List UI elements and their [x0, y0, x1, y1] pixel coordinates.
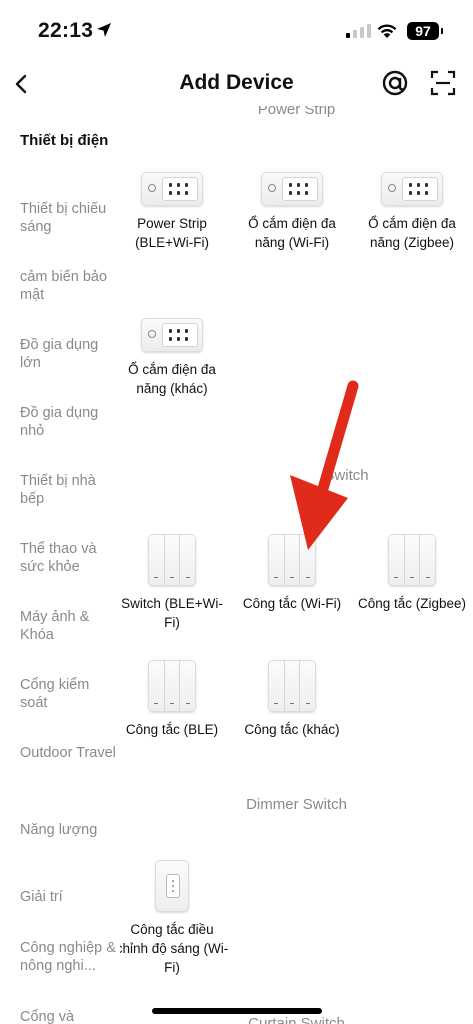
device-label: Power Strip (BLE+Wi-Fi) — [135, 216, 209, 250]
device-label: Ổ cắm điện đa năng (Wi-Fi) — [248, 216, 336, 250]
device-tile[interactable]: Công tắc (khác) — [234, 660, 350, 739]
switch-icon — [268, 660, 316, 712]
sidebar-item-electrical[interactable]: Thiết bị điện — [20, 132, 116, 150]
sidebar-item-lighting[interactable]: Thiết bị chiếu sáng — [20, 200, 116, 236]
switch-icon — [148, 660, 196, 712]
auto-scan-icon[interactable] — [380, 68, 410, 98]
socket-icon — [261, 172, 323, 206]
section-title-power-strip: Power Strip — [257, 106, 336, 118]
sidebar-item-entertainment[interactable]: Giải trí — [20, 888, 116, 906]
sidebar-item-energy[interactable]: Năng lượng — [20, 821, 116, 839]
category-sidebar: Thiết bị điện Thiết bị chiếu sáng cảm bi… — [0, 106, 120, 1024]
device-tile[interactable]: Power Strip (BLE+Wi-Fi) — [120, 172, 230, 252]
sidebar-item-camera-lock[interactable]: Máy ảnh & Khóa — [20, 608, 116, 644]
sidebar-item-kitchen[interactable]: Thiết bị nhà bếp — [20, 472, 116, 508]
socket-icon — [141, 318, 203, 352]
switch-icon — [388, 534, 436, 586]
device-label: Công tắc (BLE) — [125, 722, 219, 737]
device-tile[interactable]: Ổ cắm điện đa năng (Wi-Fi) — [234, 172, 350, 252]
device-label: Công tắc (Wi-Fi) — [242, 596, 342, 611]
battery-indicator: 97 — [407, 22, 443, 40]
sidebar-item-small-appliances[interactable]: Đồ gia dụng nhỏ — [20, 404, 116, 440]
status-time: 22:13 — [38, 19, 94, 42]
device-label: Công tắc điều chỉnh độ sáng (Wi-Fi) — [120, 922, 229, 975]
status-bar: 22:13 97 — [0, 0, 473, 62]
sidebar-item-gateway[interactable]: Cổng kiểm soát — [20, 676, 116, 712]
device-label: Switch (BLE+Wi-Fi) — [121, 596, 223, 630]
sidebar-item-sports-health[interactable]: Thể thao và sức khỏe — [20, 540, 116, 576]
device-label: Ổ cắm điện đa năng (khác) — [128, 362, 216, 396]
power-strip-icon — [141, 172, 203, 206]
device-label: Công tắc (Zigbee) — [357, 596, 467, 611]
device-tile[interactable]: Ổ cắm điện đa năng (Zigbee) — [354, 172, 470, 252]
device-tile[interactable]: Công tắc điều chỉnh độ sáng (Wi-Fi) — [120, 860, 230, 977]
device-tile[interactable]: Switch (BLE+Wi-Fi) — [120, 534, 230, 632]
section-title-dimmer: Dimmer Switch — [246, 796, 347, 813]
device-list: Power Strip Power Strip (BLE+Wi-Fi) Ổ cắ… — [120, 106, 473, 1024]
device-tile[interactable]: Ổ cắm điện đa năng (khác) — [120, 318, 230, 398]
home-indicator — [152, 1008, 322, 1014]
sidebar-item-large-appliances[interactable]: Đồ gia dụng lớn — [20, 336, 116, 372]
sidebar-item-security-sensors[interactable]: cảm biến bảo mật — [20, 268, 116, 304]
socket-icon — [381, 172, 443, 206]
device-label: Ổ cắm điện đa năng (Zigbee) — [368, 216, 456, 250]
wifi-icon — [377, 24, 397, 38]
dimmer-switch-icon — [155, 860, 189, 912]
qr-scan-icon[interactable] — [428, 68, 458, 98]
device-tile[interactable]: Công tắc (BLE) — [120, 660, 230, 739]
cellular-signal-icon — [346, 24, 371, 38]
annotation-arrow-icon — [290, 380, 359, 550]
device-label: Công tắc (khác) — [244, 722, 340, 737]
nav-header: Add Device — [0, 62, 473, 106]
sidebar-item-industry-agriculture[interactable]: Công nghiệp & nông nghi... — [20, 939, 116, 975]
location-arrow-icon — [97, 23, 111, 37]
sidebar-item-outdoor-travel[interactable]: Outdoor Travel — [20, 744, 116, 762]
sidebar-item-gates[interactable]: Cổng và — [20, 1008, 116, 1024]
switch-icon — [148, 534, 196, 586]
section-title-curtain: Curtain Switch — [248, 1015, 345, 1024]
